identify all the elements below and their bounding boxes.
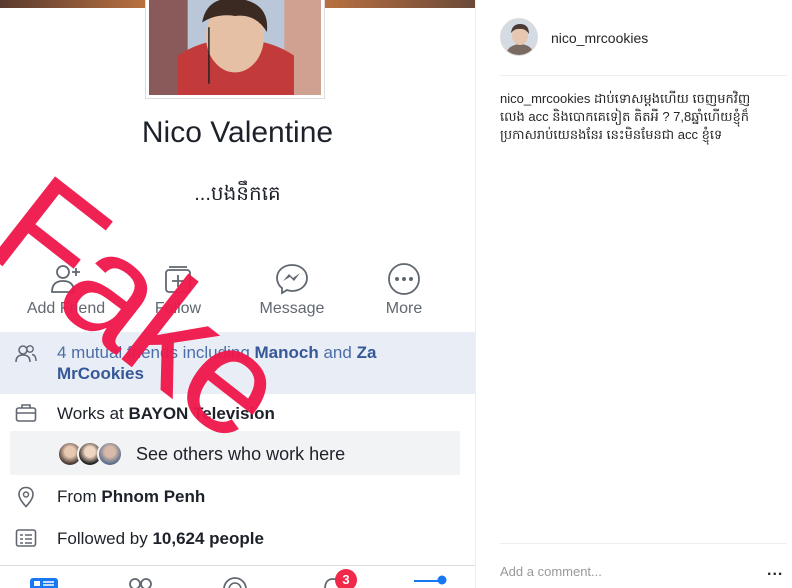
hometown-value[interactable]: Phnom Penh [101, 487, 205, 506]
followers-icon [15, 529, 37, 547]
more-button[interactable]: More [349, 262, 459, 318]
messenger-icon [276, 264, 308, 295]
profile-photo[interactable] [146, 0, 324, 98]
news-feed-icon[interactable] [29, 575, 59, 588]
menu-icon[interactable] [412, 575, 448, 588]
avatar [97, 441, 123, 467]
notifications-badge: 3 [335, 569, 357, 588]
header-divider [500, 75, 787, 76]
hometown-prefix: From [57, 487, 102, 506]
more-options-button[interactable]: ... [767, 562, 783, 580]
followers-prefix: Followed by [57, 529, 153, 548]
friends-icon [15, 345, 37, 363]
followers-count: 10,624 people [152, 529, 264, 548]
caption-username[interactable]: nico_mrcookies [500, 91, 590, 106]
followers-row[interactable]: Followed by 10,624 people [0, 520, 475, 558]
post-caption: nico_mrcookies ដាប់ទោសម្ដងហើយ ចេញមកវិញលេ… [500, 90, 765, 144]
instagram-post-panel: nico_mrcookies nico_mrcookies ដាប់ទោសម្ដ… [475, 0, 792, 588]
coworker-avatars [57, 441, 137, 467]
post-author-username[interactable]: nico_mrcookies [551, 30, 648, 46]
cover-photo [0, 0, 145, 8]
location-pin-icon [18, 486, 34, 508]
friends-nav-icon[interactable] [126, 575, 156, 588]
cover-photo [325, 0, 475, 8]
avatar[interactable] [500, 18, 538, 56]
watch-icon[interactable] [220, 575, 250, 588]
comment-divider [500, 543, 787, 544]
work-prefix: Works at [57, 404, 129, 423]
profile-name: Nico Valentine [141, 116, 334, 149]
mutual-friends-joiner: and [318, 343, 357, 362]
see-others-label: See others who work here [136, 444, 346, 464]
briefcase-icon [15, 404, 37, 422]
followers-text: Followed by 10,624 people [57, 529, 264, 549]
more-label: More [385, 300, 423, 317]
comment-input[interactable] [500, 564, 740, 579]
more-icon [388, 263, 420, 295]
bottom-nav-divider [0, 565, 475, 566]
facebook-profile-panel: Nico Valentine ...បងនឹកគេ Add Friend Fol… [0, 0, 475, 588]
hometown-row[interactable]: From Phnom Penh [0, 478, 475, 516]
hometown-text: From Phnom Penh [57, 487, 205, 507]
